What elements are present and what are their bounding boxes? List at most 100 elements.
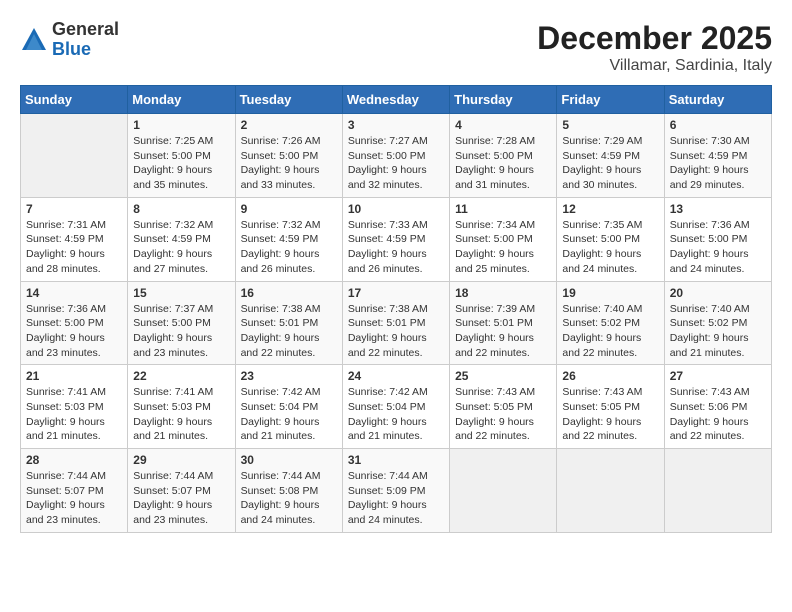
day-number: 21 (26, 369, 122, 383)
calendar-cell (557, 449, 664, 533)
day-number: 31 (348, 453, 444, 467)
day-info: Sunrise: 7:41 AMSunset: 5:03 PMDaylight:… (26, 385, 122, 444)
day-info: Sunrise: 7:39 AMSunset: 5:01 PMDaylight:… (455, 302, 551, 361)
day-number: 7 (26, 202, 122, 216)
weekday-header: Thursday (450, 86, 557, 114)
logo: General Blue (20, 20, 119, 60)
day-info: Sunrise: 7:29 AMSunset: 4:59 PMDaylight:… (562, 134, 658, 193)
weekday-header: Tuesday (235, 86, 342, 114)
calendar-cell: 28Sunrise: 7:44 AMSunset: 5:07 PMDayligh… (21, 449, 128, 533)
day-info: Sunrise: 7:44 AMSunset: 5:09 PMDaylight:… (348, 469, 444, 528)
day-info: Sunrise: 7:38 AMSunset: 5:01 PMDaylight:… (348, 302, 444, 361)
calendar-cell: 9 Sunrise: 7:32 AMSunset: 4:59 PMDaylight… (235, 197, 342, 281)
day-number: 3 (348, 118, 444, 132)
day-number: 17 (348, 286, 444, 300)
day-number: 2 (241, 118, 337, 132)
calendar-cell: 1 Sunrise: 7:25 AMSunset: 5:00 PMDaylight… (128, 114, 235, 198)
day-number: 4 (455, 118, 551, 132)
calendar-week-row: 28Sunrise: 7:44 AMSunset: 5:07 PMDayligh… (21, 449, 772, 533)
weekday-header: Friday (557, 86, 664, 114)
calendar-cell: 2 Sunrise: 7:26 AMSunset: 5:00 PMDaylight… (235, 114, 342, 198)
weekday-header: Wednesday (342, 86, 449, 114)
calendar-cell: 7 Sunrise: 7:31 AMSunset: 4:59 PMDaylight… (21, 197, 128, 281)
day-number: 18 (455, 286, 551, 300)
day-info: Sunrise: 7:41 AMSunset: 5:03 PMDaylight:… (133, 385, 229, 444)
weekday-header: Monday (128, 86, 235, 114)
day-info: Sunrise: 7:44 AMSunset: 5:07 PMDaylight:… (26, 469, 122, 528)
day-number: 9 (241, 202, 337, 216)
day-info: Sunrise: 7:44 AMSunset: 5:07 PMDaylight:… (133, 469, 229, 528)
day-info: Sunrise: 7:38 AMSunset: 5:01 PMDaylight:… (241, 302, 337, 361)
day-number: 27 (670, 369, 766, 383)
day-number: 5 (562, 118, 658, 132)
day-info: Sunrise: 7:25 AMSunset: 5:00 PMDaylight:… (133, 134, 229, 193)
page-header: General Blue December 2025 Villamar, Sar… (20, 20, 772, 75)
weekday-header: Saturday (664, 86, 771, 114)
day-number: 11 (455, 202, 551, 216)
day-info: Sunrise: 7:43 AMSunset: 5:05 PMDaylight:… (455, 385, 551, 444)
day-number: 14 (26, 286, 122, 300)
day-number: 23 (241, 369, 337, 383)
calendar-cell: 15 Sunrise: 7:37 AMSunset: 5:00 PMDayligh… (128, 281, 235, 365)
calendar-cell: 14 Sunrise: 7:36 AMSunset: 5:00 PMDayligh… (21, 281, 128, 365)
calendar-cell: 26 Sunrise: 7:43 AMSunset: 5:05 PMDayligh… (557, 365, 664, 449)
day-number: 13 (670, 202, 766, 216)
day-info: Sunrise: 7:27 AMSunset: 5:00 PMDaylight:… (348, 134, 444, 193)
calendar-cell: 25 Sunrise: 7:43 AMSunset: 5:05 PMDayligh… (450, 365, 557, 449)
logo-text: General Blue (52, 20, 119, 60)
calendar-week-row: 7 Sunrise: 7:31 AMSunset: 4:59 PMDaylight… (21, 197, 772, 281)
calendar-cell: 8 Sunrise: 7:32 AMSunset: 4:59 PMDaylight… (128, 197, 235, 281)
day-info: Sunrise: 7:40 AMSunset: 5:02 PMDaylight:… (562, 302, 658, 361)
calendar-cell: 3 Sunrise: 7:27 AMSunset: 5:00 PMDaylight… (342, 114, 449, 198)
day-info: Sunrise: 7:36 AMSunset: 5:00 PMDaylight:… (26, 302, 122, 361)
calendar-cell: 27 Sunrise: 7:43 AMSunset: 5:06 PMDayligh… (664, 365, 771, 449)
day-info: Sunrise: 7:32 AMSunset: 4:59 PMDaylight:… (133, 218, 229, 277)
day-number: 26 (562, 369, 658, 383)
calendar-table: SundayMondayTuesdayWednesdayThursdayFrid… (20, 85, 772, 533)
day-info: Sunrise: 7:43 AMSunset: 5:06 PMDaylight:… (670, 385, 766, 444)
logo-blue: Blue (52, 39, 91, 59)
day-info: Sunrise: 7:42 AMSunset: 5:04 PMDaylight:… (348, 385, 444, 444)
day-info: Sunrise: 7:42 AMSunset: 5:04 PMDaylight:… (241, 385, 337, 444)
calendar-cell (664, 449, 771, 533)
day-info: Sunrise: 7:26 AMSunset: 5:00 PMDaylight:… (241, 134, 337, 193)
day-info: Sunrise: 7:31 AMSunset: 4:59 PMDaylight:… (26, 218, 122, 277)
day-info: Sunrise: 7:30 AMSunset: 4:59 PMDaylight:… (670, 134, 766, 193)
calendar-cell (21, 114, 128, 198)
calendar-cell: 29Sunrise: 7:44 AMSunset: 5:07 PMDayligh… (128, 449, 235, 533)
calendar-week-row: 1 Sunrise: 7:25 AMSunset: 5:00 PMDaylight… (21, 114, 772, 198)
day-info: Sunrise: 7:37 AMSunset: 5:00 PMDaylight:… (133, 302, 229, 361)
calendar-cell: 24 Sunrise: 7:42 AMSunset: 5:04 PMDayligh… (342, 365, 449, 449)
day-number: 20 (670, 286, 766, 300)
day-info: Sunrise: 7:32 AMSunset: 4:59 PMDaylight:… (241, 218, 337, 277)
day-number: 22 (133, 369, 229, 383)
calendar-cell: 10 Sunrise: 7:33 AMSunset: 4:59 PMDayligh… (342, 197, 449, 281)
day-number: 10 (348, 202, 444, 216)
calendar-week-row: 14 Sunrise: 7:36 AMSunset: 5:00 PMDayligh… (21, 281, 772, 365)
day-number: 15 (133, 286, 229, 300)
day-number: 6 (670, 118, 766, 132)
day-number: 1 (133, 118, 229, 132)
day-number: 8 (133, 202, 229, 216)
day-number: 24 (348, 369, 444, 383)
calendar-cell: 20Sunrise: 7:40 AMSunset: 5:02 PMDayligh… (664, 281, 771, 365)
day-info: Sunrise: 7:35 AMSunset: 5:00 PMDaylight:… (562, 218, 658, 277)
calendar-cell: 30Sunrise: 7:44 AMSunset: 5:08 PMDayligh… (235, 449, 342, 533)
day-info: Sunrise: 7:44 AMSunset: 5:08 PMDaylight:… (241, 469, 337, 528)
calendar-header-row: SundayMondayTuesdayWednesdayThursdayFrid… (21, 86, 772, 114)
calendar-cell: 13 Sunrise: 7:36 AMSunset: 5:00 PMDayligh… (664, 197, 771, 281)
calendar-week-row: 21 Sunrise: 7:41 AMSunset: 5:03 PMDayligh… (21, 365, 772, 449)
day-info: Sunrise: 7:43 AMSunset: 5:05 PMDaylight:… (562, 385, 658, 444)
weekday-header: Sunday (21, 86, 128, 114)
day-number: 25 (455, 369, 551, 383)
calendar-cell (450, 449, 557, 533)
calendar-cell: 11Sunrise: 7:34 AMSunset: 5:00 PMDayligh… (450, 197, 557, 281)
calendar-cell: 5 Sunrise: 7:29 AMSunset: 4:59 PMDaylight… (557, 114, 664, 198)
day-info: Sunrise: 7:36 AMSunset: 5:00 PMDaylight:… (670, 218, 766, 277)
calendar-cell: 17 Sunrise: 7:38 AMSunset: 5:01 PMDayligh… (342, 281, 449, 365)
day-number: 19 (562, 286, 658, 300)
logo-icon (20, 26, 48, 54)
day-info: Sunrise: 7:33 AMSunset: 4:59 PMDaylight:… (348, 218, 444, 277)
calendar-cell: 12Sunrise: 7:35 AMSunset: 5:00 PMDayligh… (557, 197, 664, 281)
calendar-cell: 18 Sunrise: 7:39 AMSunset: 5:01 PMDayligh… (450, 281, 557, 365)
